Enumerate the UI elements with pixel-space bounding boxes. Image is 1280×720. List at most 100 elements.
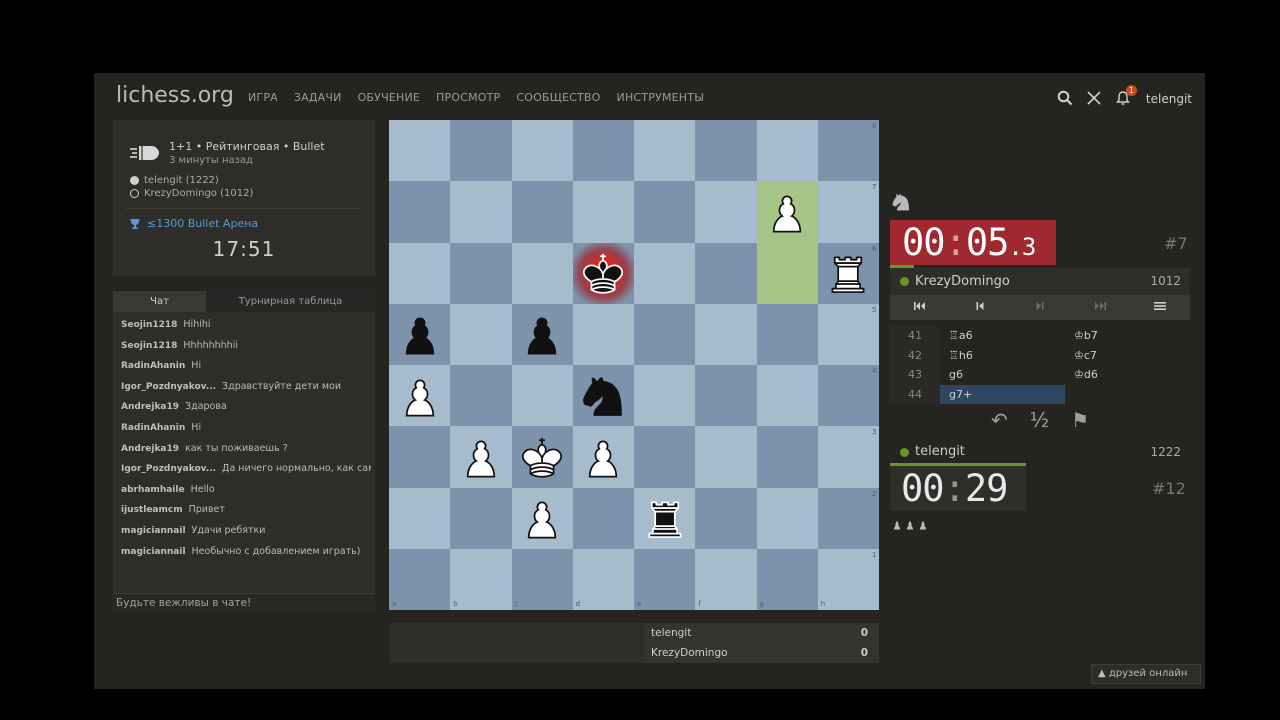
square-f8[interactable]: [695, 120, 757, 182]
square-f5[interactable]: [695, 303, 757, 365]
square-g1[interactable]: [756, 548, 818, 610]
chat-username[interactable]: magiciannail: [121, 526, 186, 536]
square-g2[interactable]: [756, 487, 818, 549]
square-d5[interactable]: [572, 303, 634, 365]
square-h3[interactable]: [817, 426, 879, 488]
square-e8[interactable]: [634, 120, 696, 182]
nav-play[interactable]: ИГРА: [248, 91, 278, 104]
square-f2[interactable]: [695, 487, 757, 549]
white-move[interactable]: g6: [940, 365, 1065, 385]
white-pawn-icon[interactable]: [450, 426, 511, 487]
square-c6[interactable]: [511, 242, 573, 304]
black-pawn-icon[interactable]: [512, 304, 573, 365]
white-pawn-icon[interactable]: [512, 488, 573, 549]
nav-learn[interactable]: ОБУЧЕНИЕ: [358, 91, 420, 104]
prev-move-button[interactable]: [950, 295, 1010, 320]
square-a1[interactable]: [389, 548, 451, 610]
tournament-link[interactable]: ≤1300 Bullet Арена: [129, 217, 258, 230]
square-d1[interactable]: [572, 548, 634, 610]
menu-icon[interactable]: [1130, 295, 1190, 320]
square-g5[interactable]: [756, 303, 818, 365]
square-b6[interactable]: [450, 242, 512, 304]
chat-username[interactable]: RadinAhanin: [121, 423, 185, 433]
chat-username[interactable]: ijustleamcm: [121, 505, 183, 515]
search-icon[interactable]: [1056, 90, 1074, 108]
white-pawn-icon[interactable]: [573, 426, 634, 487]
white-rook-icon[interactable]: [818, 243, 879, 304]
white-pawn-icon[interactable]: [757, 181, 818, 242]
chat-username[interactable]: Andrejka19: [121, 444, 179, 454]
square-g4[interactable]: [756, 365, 818, 427]
opponent-name[interactable]: KrezyDomingo: [915, 268, 1010, 295]
chat-username[interactable]: Igor_Pozdnyakov...: [121, 382, 216, 392]
takeback-button[interactable]: ↶: [991, 408, 1008, 432]
square-g3[interactable]: [756, 426, 818, 488]
crosstable-player[interactable]: KrezyDomingo: [651, 643, 728, 663]
square-b1[interactable]: [450, 548, 512, 610]
square-e1[interactable]: [634, 548, 696, 610]
white-player-link[interactable]: telengit (1222): [130, 175, 219, 186]
tab-chat[interactable]: Чат: [113, 291, 206, 312]
square-g8[interactable]: [756, 120, 818, 182]
nav-watch[interactable]: ПРОСМОТР: [436, 91, 500, 104]
chat-username[interactable]: RadinAhanin: [121, 361, 185, 371]
square-f4[interactable]: [695, 365, 757, 427]
square-b7[interactable]: [450, 181, 512, 243]
square-h1[interactable]: [817, 548, 879, 610]
square-e4[interactable]: [634, 365, 696, 427]
square-e5[interactable]: [634, 303, 696, 365]
square-b8[interactable]: [450, 120, 512, 182]
crosstable-player[interactable]: telengit: [651, 623, 691, 643]
square-a7[interactable]: [389, 181, 451, 243]
first-move-button[interactable]: [890, 295, 950, 320]
tab-standings[interactable]: Турнирная таблица: [206, 291, 375, 312]
square-h5[interactable]: [817, 303, 879, 365]
square-h2[interactable]: [817, 487, 879, 549]
square-d8[interactable]: [572, 120, 634, 182]
black-knight-icon[interactable]: [573, 365, 634, 426]
chess-board[interactable]: 87654321abcdefgh: [389, 120, 879, 610]
square-d2[interactable]: [572, 487, 634, 549]
square-e7[interactable]: [634, 181, 696, 243]
black-pawn-icon[interactable]: [389, 304, 450, 365]
square-a6[interactable]: [389, 242, 451, 304]
square-d7[interactable]: [572, 181, 634, 243]
square-a8[interactable]: [389, 120, 451, 182]
square-b4[interactable]: [450, 365, 512, 427]
square-f3[interactable]: [695, 426, 757, 488]
black-player-link[interactable]: KrezyDomingo (1012): [130, 188, 253, 199]
chat-input[interactable]: Будьте вежливы в чате!: [113, 593, 375, 612]
chat-username[interactable]: Seojin1218: [121, 341, 177, 351]
square-c1[interactable]: [511, 548, 573, 610]
square-c8[interactable]: [511, 120, 573, 182]
chat-username[interactable]: abrhamhaile: [121, 485, 185, 495]
square-g6[interactable]: [756, 242, 818, 304]
nav-tools[interactable]: ИНСТРУМЕНТЫ: [617, 91, 705, 104]
square-h7[interactable]: [817, 181, 879, 243]
square-h4[interactable]: [817, 365, 879, 427]
notification-bell-icon[interactable]: 1: [1114, 85, 1137, 108]
square-h8[interactable]: [817, 120, 879, 182]
black-move[interactable]: ♔b7: [1065, 326, 1190, 346]
chat-username[interactable]: Andrejka19: [121, 402, 179, 412]
user-menu[interactable]: telengit: [1146, 92, 1192, 106]
white-pawn-icon[interactable]: [389, 365, 450, 426]
white-king-icon[interactable]: [512, 426, 573, 487]
chat-username[interactable]: Igor_Pozdnyakov...: [121, 464, 216, 474]
square-b2[interactable]: [450, 487, 512, 549]
site-logo[interactable]: lichess.org: [116, 83, 234, 108]
square-e3[interactable]: [634, 426, 696, 488]
square-c7[interactable]: [511, 181, 573, 243]
offer-draw-button[interactable]: ½: [1030, 408, 1049, 432]
chat-username[interactable]: Seojin1218: [121, 320, 177, 330]
black-move[interactable]: ♔c7: [1065, 346, 1190, 366]
nav-community[interactable]: СООБЩЕСТВО: [516, 91, 600, 104]
player-name[interactable]: telengit: [915, 438, 965, 466]
black-rook-icon[interactable]: [634, 488, 695, 549]
square-b5[interactable]: [450, 303, 512, 365]
black-king-icon[interactable]: [573, 243, 634, 304]
square-c4[interactable]: [511, 365, 573, 427]
square-e6[interactable]: [634, 242, 696, 304]
nav-puzzles[interactable]: ЗАДАЧИ: [294, 91, 342, 104]
square-a2[interactable]: [389, 487, 451, 549]
